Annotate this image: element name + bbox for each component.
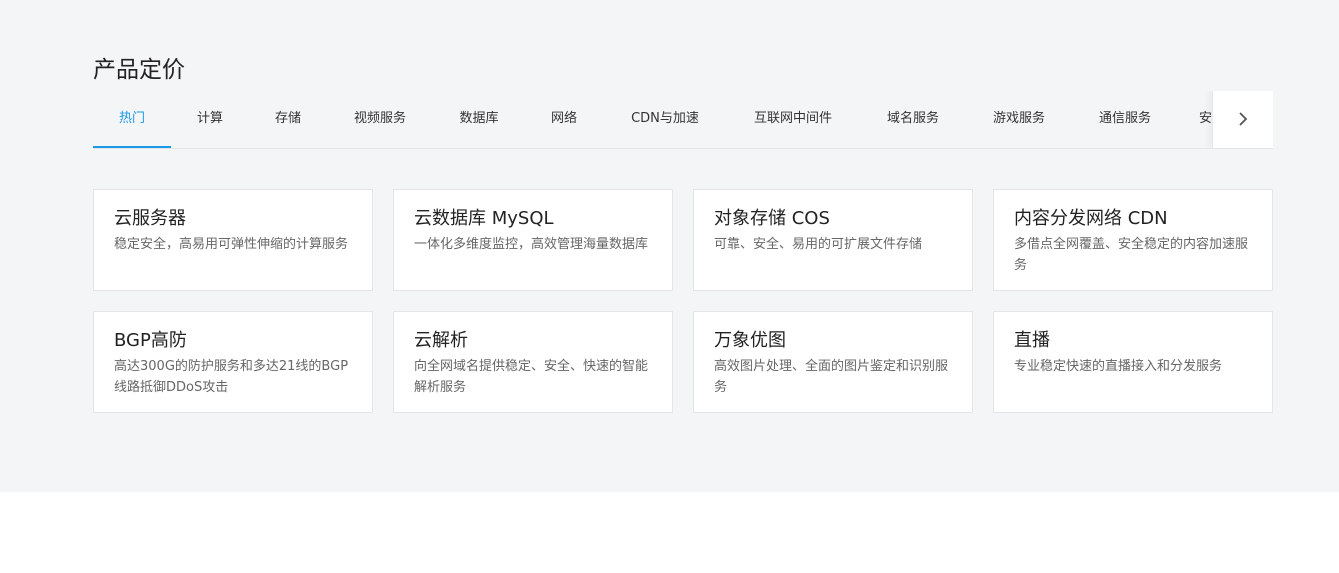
tab-storage[interactable]: 存储 — [259, 91, 317, 148]
tab-compute[interactable]: 计算 — [181, 91, 239, 148]
tab-communication[interactable]: 通信服务 — [1089, 91, 1161, 148]
product-card-desc: 可靠、安全、易用的可扩展文件存储 — [714, 237, 923, 252]
product-card-title: 云解析 — [414, 330, 468, 351]
tab-game[interactable]: 游戏服务 — [983, 91, 1055, 148]
tab-network[interactable]: 网络 — [539, 91, 589, 148]
product-card-desc: 向全网域名提供稳定、安全、快速的智能解析服务 — [414, 359, 649, 395]
product-card-image[interactable]: 万象优图 高效图片处理、全面的图片鉴定和识别服务 — [693, 311, 973, 413]
product-card-desc: 一体化多维度监控，高效管理海量数据库 — [414, 237, 649, 252]
product-card-title: 直播 — [1014, 330, 1050, 351]
product-card-desc: 稳定安全，高易用可弹性伸缩的计算服务 — [114, 237, 349, 252]
product-card-title: 云服务器 — [114, 208, 186, 229]
product-card-desc: 高达300G的防护服务和多达21线的BGP线路抵御DDoS攻击 — [114, 359, 349, 395]
chevron-right-icon — [1239, 112, 1248, 126]
product-card-cos[interactable]: 对象存储 COS 可靠、安全、易用的可扩展文件存储 — [693, 189, 973, 291]
tab-hot[interactable]: 热门 — [93, 91, 171, 148]
product-card-dns[interactable]: 云解析 向全网域名提供稳定、安全、快速的智能解析服务 — [393, 311, 673, 413]
product-card-title: 对象存储 COS — [714, 208, 830, 229]
tab-middleware[interactable]: 互联网中间件 — [743, 91, 843, 148]
product-card-mysql[interactable]: 云数据库 MySQL 一体化多维度监控，高效管理海量数据库 — [393, 189, 673, 291]
tab-domain[interactable]: 域名服务 — [877, 91, 949, 148]
tab-cdn[interactable]: CDN与加速 — [623, 91, 707, 148]
product-card-title: 云数据库 MySQL — [414, 208, 554, 229]
category-tabs: 热门 计算 存储 视频服务 数据库 网络 CDN与加速 互联网中间件 域名服务 … — [93, 91, 1233, 148]
product-card-desc: 专业稳定快速的直播接入和分发服务 — [1014, 359, 1223, 374]
product-card-desc: 高效图片处理、全面的图片鉴定和识别服务 — [714, 359, 949, 395]
product-card-cdn[interactable]: 内容分发网络 CDN 多借点全网覆盖、安全稳定的内容加速服务 — [993, 189, 1273, 291]
tab-database[interactable]: 数据库 — [449, 91, 509, 148]
category-tab-bar: 热门 计算 存储 视频服务 数据库 网络 CDN与加速 互联网中间件 域名服务 … — [93, 91, 1273, 149]
product-card-title: BGP高防 — [114, 330, 187, 351]
product-card-title: 内容分发网络 CDN — [1014, 208, 1168, 229]
section-title: 产品定价 — [93, 57, 185, 83]
product-card-live[interactable]: 直播 专业稳定快速的直播接入和分发服务 — [993, 311, 1273, 413]
tab-scroll-next-button[interactable] — [1212, 91, 1273, 148]
product-card-desc: 多借点全网覆盖、安全稳定的内容加速服务 — [1014, 237, 1249, 273]
pricing-section: 产品定价 热门 计算 存储 视频服务 数据库 网络 CDN与加速 互联网中间件 … — [0, 0, 1339, 492]
product-card-bgp[interactable]: BGP高防 高达300G的防护服务和多达21线的BGP线路抵御DDoS攻击 — [93, 311, 373, 413]
product-card-title: 万象优图 — [714, 330, 786, 351]
tab-video[interactable]: 视频服务 — [345, 91, 415, 148]
product-card-cvm[interactable]: 云服务器 稳定安全，高易用可弹性伸缩的计算服务 — [93, 189, 373, 291]
